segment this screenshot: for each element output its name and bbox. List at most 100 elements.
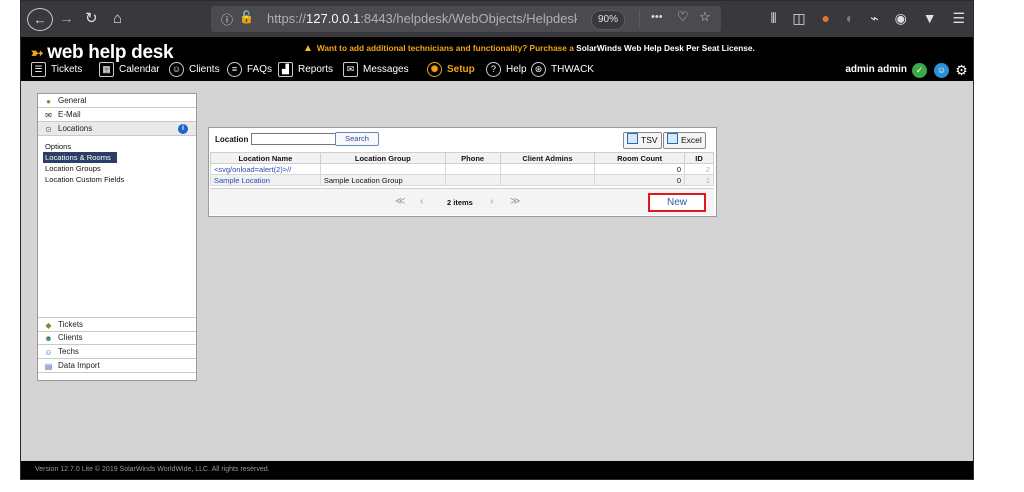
pocket-icon[interactable]: ♡ bbox=[677, 9, 689, 25]
gear-icon: ✺ bbox=[427, 62, 442, 77]
sidebar-item-clients[interactable]: ☻ Clients bbox=[38, 331, 196, 345]
ticket-icon: ◆ bbox=[45, 321, 52, 330]
bookmark-star-icon[interactable]: ☆ bbox=[699, 9, 711, 25]
nav-calendar[interactable]: ▦ Calendar bbox=[99, 62, 160, 77]
item-count: 2 items bbox=[447, 198, 473, 207]
extension-icon[interactable]: ◐ bbox=[846, 10, 854, 26]
account-icon[interactable]: ◉ bbox=[895, 10, 907, 27]
new-location-button[interactable]: New bbox=[648, 193, 706, 212]
id-cell: 2 bbox=[684, 163, 714, 175]
mail-icon: ✉ bbox=[343, 62, 358, 77]
nav-clients[interactable]: ☺ Clients bbox=[169, 62, 220, 77]
col-location-name[interactable]: Location Name bbox=[210, 152, 321, 164]
phone-cell bbox=[444, 174, 501, 186]
app-header: ➳ web help desk ▲ Want to add additional t… bbox=[21, 37, 973, 81]
export-excel-button[interactable]: Excel bbox=[663, 132, 706, 149]
url-bar[interactable]: ⓘ 🔓 https://127.0.0.1:8443/helpdesk/WebO… bbox=[211, 6, 721, 32]
location-name-link[interactable]: <svg/onload=alert(2)>// bbox=[210, 163, 321, 175]
extension-shield-icon[interactable]: ▼ bbox=[923, 10, 937, 26]
page-actions-icon[interactable]: ••• bbox=[651, 11, 663, 23]
info-icon[interactable]: i bbox=[178, 124, 188, 134]
sidebar-sub-location-groups[interactable]: Location Groups bbox=[43, 163, 103, 174]
table-header-row: Location Name Location Group Phone Clien… bbox=[210, 152, 714, 164]
nav-faqs[interactable]: ≡ FAQs bbox=[227, 62, 272, 77]
faq-icon: ≡ bbox=[227, 62, 242, 77]
nav-messages[interactable]: ✉ Messages bbox=[343, 62, 409, 77]
prev-page-icon[interactable]: ‹ bbox=[420, 196, 423, 207]
first-page-icon[interactable]: ≪ bbox=[395, 196, 405, 207]
toolbar-icons: ⫴ ◫ ● ◐ ⌁ ◉ ▼ ☰ bbox=[759, 10, 965, 27]
nav-tickets[interactable]: ☰ Tickets bbox=[31, 62, 82, 77]
forward-icon[interactable]: → bbox=[59, 7, 74, 31]
sidebar-item-email[interactable]: ✉ E-Mail bbox=[38, 108, 196, 122]
menu-icon[interactable]: ☰ bbox=[952, 10, 965, 27]
nav-setup[interactable]: ✺ Setup bbox=[427, 62, 475, 77]
id-cell: 1 bbox=[684, 174, 714, 186]
license-notice[interactable]: ▲ Want to add additional technicians and … bbox=[303, 43, 755, 54]
tsv-file-icon bbox=[627, 133, 638, 144]
tech-icon: ☺ bbox=[44, 348, 53, 357]
locations-panel: Location Search TSV Excel Location Name … bbox=[208, 127, 717, 217]
sidebar-item-general[interactable]: ● General bbox=[38, 94, 196, 108]
back-icon[interactable]: ← bbox=[27, 8, 53, 31]
url-divider bbox=[639, 10, 640, 28]
sidebar-sub-options[interactable]: Options bbox=[43, 141, 73, 152]
url-text[interactable]: https://127.0.0.1:8443/helpdesk/WebObjec… bbox=[267, 11, 577, 26]
search-button[interactable]: Search bbox=[335, 132, 379, 146]
browser-toolbar: ← → ↻ ⌂ ⓘ 🔓 https://127.0.0.1:8443/helpd… bbox=[21, 1, 973, 37]
sidebar-item-techs[interactable]: ☺ Techs bbox=[38, 345, 196, 359]
sidebar-item-tickets[interactable]: ◆ Tickets bbox=[38, 317, 196, 332]
list-icon: ☰ bbox=[31, 62, 46, 77]
user-name[interactable]: admin admin bbox=[845, 64, 907, 75]
browser-window: ← → ↻ ⌂ ⓘ 🔓 https://127.0.0.1:8443/helpd… bbox=[20, 0, 974, 480]
sidebar-icon[interactable]: ◫ bbox=[792, 10, 805, 27]
table-row[interactable]: Sample Location Sample Location Group 0 … bbox=[210, 174, 714, 186]
location-search-label: Location bbox=[215, 135, 249, 144]
location-group-cell: Sample Location Group bbox=[319, 174, 446, 186]
nav-help[interactable]: ? Help bbox=[486, 62, 527, 77]
sidebar-sub-location-custom-fields[interactable]: Location Custom Fields bbox=[43, 174, 126, 185]
col-id[interactable]: ID bbox=[684, 152, 714, 164]
sidebar-item-data-import[interactable]: ▤ Data Import bbox=[38, 359, 196, 373]
table-row[interactable]: <svg/onload=alert(2)>// 0 2 bbox=[210, 163, 714, 175]
location-search-input[interactable] bbox=[251, 133, 337, 145]
last-page-icon[interactable]: ≫ bbox=[510, 196, 520, 207]
nav-thwack[interactable]: ⊛ THWACK bbox=[531, 62, 594, 77]
info-icon[interactable]: ⓘ bbox=[221, 11, 233, 28]
col-location-group[interactable]: Location Group bbox=[319, 152, 446, 164]
clients-icon: ☻ bbox=[44, 334, 53, 343]
col-client-admins[interactable]: Client Admins bbox=[499, 152, 596, 164]
pagination-bar: ≪ ‹ 2 items › ≫ New bbox=[210, 188, 714, 215]
nav-reports[interactable]: ▟ Reports bbox=[278, 62, 333, 77]
home-icon[interactable]: ⌂ bbox=[113, 7, 122, 31]
reload-icon[interactable]: ↻ bbox=[85, 7, 98, 31]
profile-icon[interactable]: ☺ bbox=[934, 63, 949, 78]
globe-icon: ● bbox=[46, 97, 51, 106]
chart-icon: ▟ bbox=[278, 62, 293, 77]
col-phone[interactable]: Phone bbox=[444, 152, 501, 164]
extension-fox-icon[interactable]: ● bbox=[822, 10, 830, 26]
location-name-link[interactable]: Sample Location bbox=[210, 174, 321, 186]
calendar-icon: ▦ bbox=[99, 62, 114, 77]
location-group-cell bbox=[319, 163, 446, 175]
thwack-icon: ⊛ bbox=[531, 62, 546, 77]
zoom-indicator[interactable]: 90% bbox=[591, 10, 626, 30]
phone-cell bbox=[444, 163, 501, 175]
export-tsv-button[interactable]: TSV bbox=[623, 132, 662, 149]
insecure-lock-icon[interactable]: 🔓 bbox=[239, 10, 254, 24]
excel-file-icon bbox=[667, 133, 678, 144]
library-icon[interactable]: ⫴ bbox=[771, 10, 777, 27]
next-page-icon[interactable]: › bbox=[490, 196, 493, 207]
locations-table: Location Name Location Group Phone Clien… bbox=[210, 152, 714, 186]
settings-gear-icon[interactable]: ⚙ bbox=[954, 63, 969, 78]
sidebar-sub-locations-rooms[interactable]: Locations & Rooms bbox=[43, 152, 117, 163]
col-room-count[interactable]: Room Count bbox=[594, 152, 685, 164]
status-icon[interactable]: ✓ bbox=[912, 63, 927, 78]
help-icon: ? bbox=[486, 62, 501, 77]
import-icon: ▤ bbox=[44, 362, 53, 371]
setup-sidebar: ● General ✉ E-Mail ⊙ Locations i Options Loc… bbox=[37, 93, 197, 381]
person-icon: ☺ bbox=[169, 62, 184, 77]
room-count-cell: 0 bbox=[594, 174, 685, 186]
extension-plug-icon[interactable]: ⌁ bbox=[870, 10, 878, 27]
sidebar-item-locations[interactable]: ⊙ Locations i bbox=[38, 122, 196, 136]
